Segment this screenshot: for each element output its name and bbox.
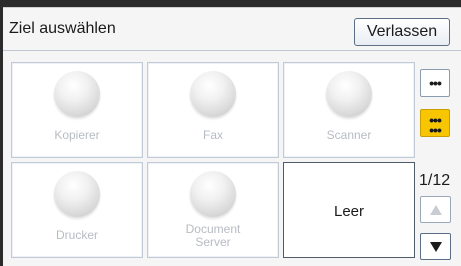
tile-kopierer[interactable]: Kopierer [11,62,143,158]
exit-button[interactable]: Verlassen [354,18,450,46]
list-view-button[interactable]: ••• [420,69,450,97]
tile-label-line2: Server [195,235,231,249]
tile-leer[interactable]: Leer [283,162,415,258]
tile-scanner[interactable]: Scanner [283,62,415,158]
page-indicator: 1/12 [419,172,451,189]
tile-label: Document Server [148,223,278,249]
tile-label: Kopierer [54,128,100,142]
disabled-orb-icon [54,171,100,217]
grid-dots-icon: ••• ••• [429,112,442,138]
tile-label: Scanner [326,128,372,142]
disabled-orb-icon [54,71,100,117]
tile-label: Fax [202,128,223,142]
grid-view-button[interactable]: ••• ••• [420,109,450,137]
disabled-orb-icon [190,71,236,117]
page-title: Ziel auswählen [9,20,116,37]
tile-fax[interactable]: Fax [147,62,279,158]
tile-label: Leer [333,203,365,220]
disabled-orb-icon [326,71,372,117]
disabled-orb-icon [190,171,236,217]
arrow-up-icon [430,205,442,215]
arrow-down-icon [430,242,442,252]
tile-drucker[interactable]: Drucker [11,162,143,258]
page-up-button[interactable] [420,196,451,223]
three-dots-icon: ••• [429,75,442,91]
header-bar: Ziel auswählen Verlassen [3,8,461,51]
tile-document-server[interactable]: Document Server [147,162,279,258]
tile-label: Drucker [55,228,98,242]
screen-panel: Ziel auswählen Verlassen Kopierer Fax Sc… [3,7,461,266]
page-down-button[interactable] [420,233,451,260]
